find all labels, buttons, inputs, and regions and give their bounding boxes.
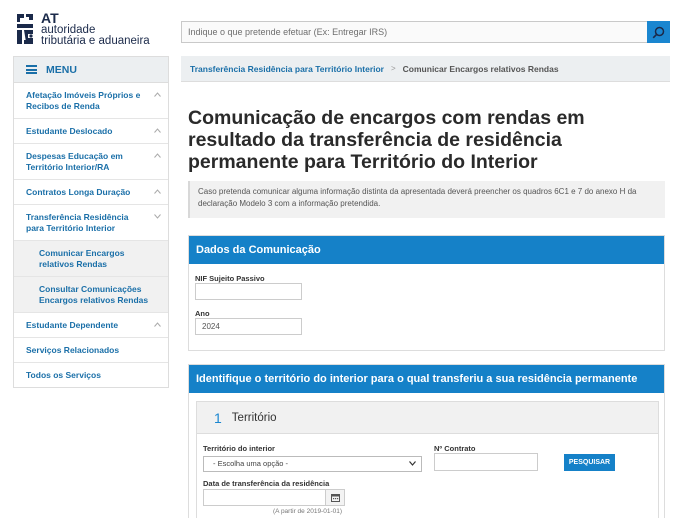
panel-title: Dados da Comunicação xyxy=(189,236,664,264)
sidebar-item-label: Afetação Imóveis Próprios e Recibos de R… xyxy=(26,90,141,111)
breadcrumb-separator: > xyxy=(391,64,396,73)
header: AT autoridade tributária e aduaneira xyxy=(0,0,677,58)
date-hint: (A partir de 2019-01-01) xyxy=(273,508,343,515)
chevron-down-icon xyxy=(409,461,416,466)
sidebar-item-despesas-educacao[interactable]: Despesas Educação em Território Interior… xyxy=(14,144,168,180)
sidebar-item-label: Transferência Residência para Território… xyxy=(26,212,129,233)
territorio-select[interactable]: - Escolha uma opção - xyxy=(203,456,422,472)
at-emblem-icon xyxy=(14,12,36,46)
sidebar-subitem-comunicar[interactable]: Comunicar Encargos relativos Rendas xyxy=(14,241,168,277)
sidebar-item-label: Estudante Dependente xyxy=(26,320,119,330)
panel-title: Identifique o território do interior par… xyxy=(189,365,664,393)
dados-comunicacao-panel: Dados da Comunicação NIF Sujeito Passivo… xyxy=(188,235,665,351)
sidebar-item-label: Estudante Deslocado xyxy=(26,126,113,136)
page-title: Comunicação de encargos com rendas em re… xyxy=(188,107,585,173)
breadcrumb-current: Comunicar Encargos relativos Rendas xyxy=(402,63,559,74)
search-bar xyxy=(181,21,670,43)
sidebar-item-label: Serviços Relacionados xyxy=(26,345,120,355)
sidebar-subitem-label: Consultar Comunicações Encargos relativo… xyxy=(39,284,149,305)
search-input[interactable] xyxy=(181,21,647,43)
territorio-card: 1 Território Território do interior - Es… xyxy=(196,401,659,518)
breadcrumb-parent-link[interactable]: Transferência Residência para Território… xyxy=(190,64,384,74)
step-number: 1 xyxy=(214,409,222,426)
sidebar-subitem-consultar[interactable]: Consultar Comunicações Encargos relativo… xyxy=(14,277,168,313)
nif-field[interactable] xyxy=(195,283,302,300)
step-title: Território xyxy=(231,411,277,424)
contract-label: Nº Contrato xyxy=(434,444,476,453)
nif-label: NIF Sujeito Passivo xyxy=(195,274,265,283)
calendar-icon xyxy=(330,494,340,502)
territorio-panel: Identifique o território do interior par… xyxy=(188,364,665,518)
date-field[interactable] xyxy=(203,489,325,506)
breadcrumb: Transferência Residência para Território… xyxy=(181,56,670,82)
chevron-up-icon xyxy=(154,92,161,97)
sidebar-item-label: Contratos Longa Duração xyxy=(26,187,131,197)
sidebar-item-contratos[interactable]: Contratos Longa Duração xyxy=(14,180,168,205)
sidebar-item-todos-servicos[interactable]: Todos os Serviços xyxy=(14,363,168,387)
territorio-select-label: Território do interior xyxy=(203,444,275,453)
search-button[interactable] xyxy=(647,21,670,43)
territorio-select-value: - Escolha uma opção - xyxy=(213,459,289,468)
sidebar-item-afetacao[interactable]: Afetação Imóveis Próprios e Recibos de R… xyxy=(14,83,168,119)
sidebar-item-estudante-dependente[interactable]: Estudante Dependente xyxy=(14,313,168,338)
sidebar-menu: MENU Afetação Imóveis Próprios e Recibos… xyxy=(13,56,169,388)
chevron-up-icon xyxy=(154,189,161,194)
hamburger-icon xyxy=(26,65,37,74)
sidebar-item-label: Despesas Educação em Território Interior… xyxy=(26,151,123,172)
chevron-down-icon xyxy=(154,214,161,219)
sidebar-item-estudante-deslocado[interactable]: Estudante Deslocado xyxy=(14,119,168,144)
ano-field[interactable] xyxy=(195,318,302,335)
ano-label: Ano xyxy=(195,309,210,318)
at-logo[interactable]: AT autoridade tributária e aduaneira xyxy=(14,11,154,48)
sidebar-item-transferencia[interactable]: Transferência Residência para Território… xyxy=(14,205,168,241)
info-notice: Caso pretenda comunicar alguma informaçã… xyxy=(188,181,665,218)
sidebar-subitem-label: Comunicar Encargos relativos Rendas xyxy=(39,248,125,269)
menu-toggle[interactable]: MENU xyxy=(14,57,168,83)
contract-field[interactable] xyxy=(434,453,538,471)
chevron-up-icon xyxy=(154,322,161,327)
sidebar-item-servicos-relacionados[interactable]: Serviços Relacionados xyxy=(14,338,168,363)
search-icon xyxy=(652,26,665,38)
chevron-up-icon xyxy=(154,128,161,133)
date-label: Data de transferência da residência xyxy=(203,479,330,488)
brand-text: AT autoridade tributária e aduaneira xyxy=(41,11,150,47)
menu-label: MENU xyxy=(46,63,77,76)
chevron-up-icon xyxy=(154,153,161,158)
calendar-button[interactable] xyxy=(325,489,345,506)
brand-line-2: tributária e aduaneira xyxy=(41,35,150,47)
step-header: 1 Território xyxy=(197,402,658,434)
pesquisar-button[interactable]: PESQUISAR xyxy=(564,454,615,471)
sidebar-item-label: Todos os Serviços xyxy=(26,370,101,380)
